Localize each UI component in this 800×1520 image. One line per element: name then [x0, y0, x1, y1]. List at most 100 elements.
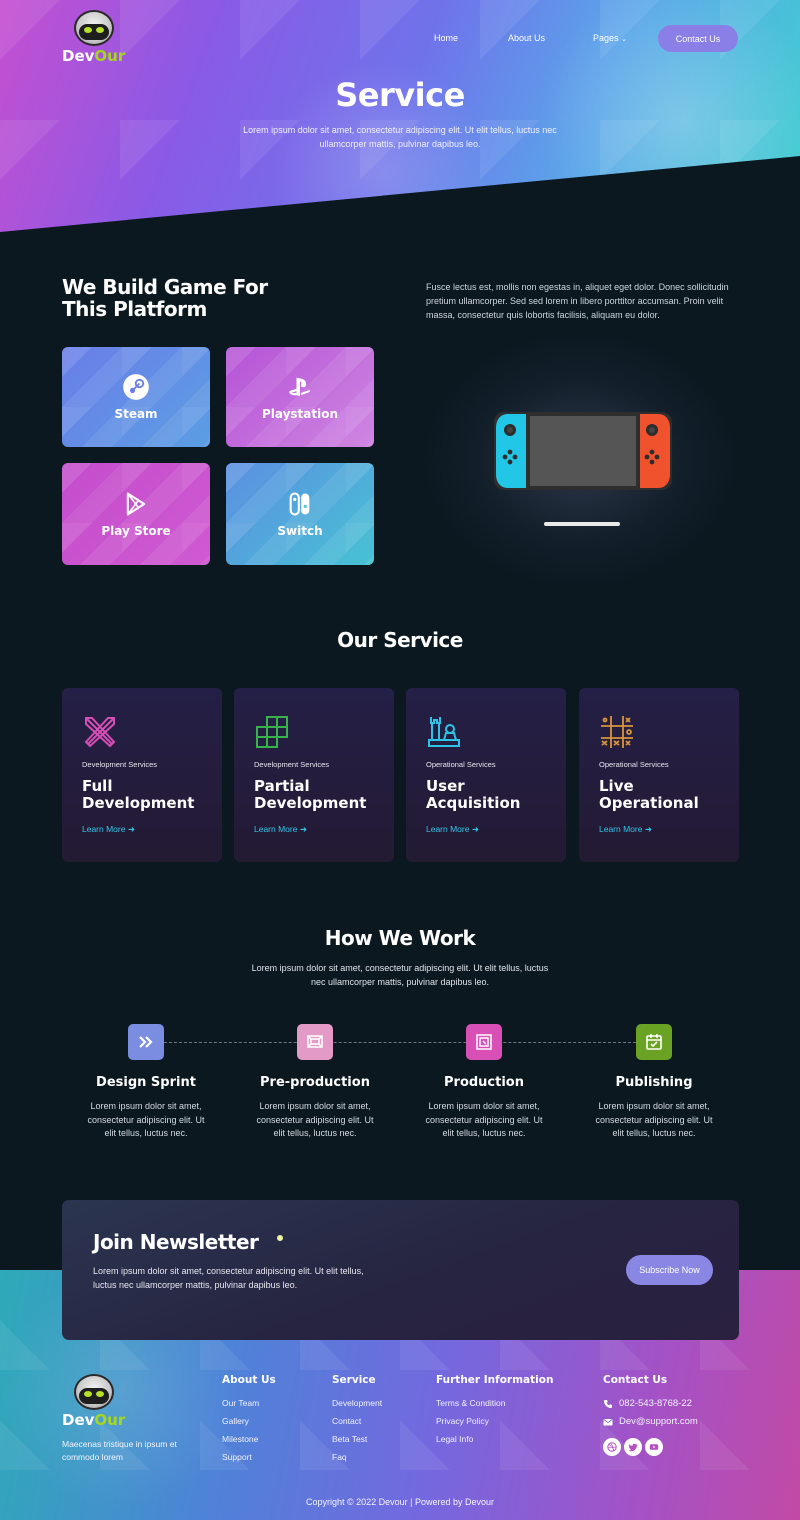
service-card-live-operational: Operational Services Live Operational Lea… — [579, 688, 739, 862]
card-title-line1: User — [426, 777, 465, 795]
email-address: Dev@support.com — [619, 1416, 698, 1427]
tic-tac-toe-icon — [601, 716, 633, 748]
calendar-check-icon — [646, 1034, 662, 1050]
footer-info-title: Further Information — [436, 1374, 554, 1386]
card-title: Live Operational — [599, 778, 699, 812]
learn-more-link[interactable]: Learn More ➜ — [426, 824, 479, 835]
tile-label: Playstation — [261, 407, 339, 421]
newsletter-text: Lorem ipsum dolor sit amet, consectetur … — [93, 1266, 364, 1290]
step-text: Lorem ipsum dolor sit amet, consectetur … — [87, 1101, 205, 1138]
twitter-button[interactable] — [624, 1438, 642, 1456]
twitter-icon — [628, 1443, 638, 1452]
service-card-full-development: Development Services Full Development Lea… — [62, 688, 222, 862]
card-title: User Acquisition — [426, 778, 520, 812]
platform-tile-steam[interactable]: Steam — [62, 347, 210, 447]
envelope-icon — [603, 1418, 613, 1425]
platforms-title-line2: This Platform — [62, 297, 207, 321]
service-card-user-acquisition: Operational Services User Acquisition Lea… — [406, 688, 566, 862]
card-title-line2: Development — [82, 794, 195, 812]
tile-label: Switch — [277, 524, 323, 538]
card-title-line2: Operational — [599, 794, 699, 812]
subscribe-button[interactable]: Subscribe Now — [626, 1255, 713, 1285]
card-title: Partial Development — [254, 778, 366, 812]
card-title-line2: Development — [254, 794, 367, 812]
chess-rook-icon — [428, 717, 460, 747]
nav-pages[interactable]: Pages ⌄ — [593, 33, 627, 43]
how-we-work-title: How We Work — [324, 926, 476, 950]
newsletter-title: Join Newsletter — [93, 1230, 259, 1254]
step-icon-publishing — [636, 1024, 672, 1060]
card-title-line2: Acquisition — [426, 794, 521, 812]
footer-link-terms[interactable]: Terms & Condition — [436, 1398, 505, 1408]
footer-link-faq[interactable]: Faq — [332, 1452, 347, 1462]
double-chevron-icon — [139, 1036, 153, 1048]
hero-subtitle: Lorem ipsum dolor sit amet, consectetur … — [243, 125, 557, 149]
footer-service-title: Service — [332, 1374, 376, 1386]
step-icon-production — [466, 1024, 502, 1060]
decorative-dot — [277, 1235, 283, 1241]
steam-icon — [123, 374, 149, 400]
steps-connector — [164, 1042, 636, 1043]
footer-link-gallery[interactable]: Gallery — [222, 1416, 249, 1426]
robot-logo-icon — [73, 1374, 114, 1410]
chevron-down-icon: ⌄ — [621, 36, 627, 43]
card-category: Development Services — [254, 760, 330, 769]
platform-tile-play-store[interactable]: Play Store — [62, 463, 210, 565]
arrow-right-icon: ➜ — [127, 824, 135, 834]
youtube-button[interactable] — [645, 1438, 663, 1456]
arrow-right-icon: ➜ — [644, 824, 652, 834]
instagram-button[interactable] — [603, 1438, 621, 1456]
nav-pages-label: Pages — [593, 33, 619, 43]
grid-blocks-icon — [256, 716, 288, 748]
footer-tagline: Maecenas tristique in ipsum et commodo l… — [62, 1439, 177, 1462]
footer-link-our-team[interactable]: Our Team — [222, 1398, 259, 1408]
platforms-title: We Build Game For This Platform — [62, 276, 268, 320]
nav-home[interactable]: Home — [434, 33, 458, 43]
playstation-icon — [289, 377, 310, 397]
service-card-partial-development: Development Services Partial Development … — [234, 688, 394, 862]
nav-about[interactable]: About Us — [508, 33, 545, 43]
platforms-description: Fusce lectus est, mollis non egestas in,… — [426, 282, 729, 320]
step-text: Lorem ipsum dolor sit amet, consectetur … — [595, 1101, 713, 1138]
step-icon-design-sprint — [128, 1024, 164, 1060]
footer-logo[interactable]: DevOur — [62, 1374, 125, 1429]
footer-link-privacy[interactable]: Privacy Policy — [436, 1416, 489, 1426]
phone-icon — [604, 1399, 612, 1408]
phone-number: 082-543-8768-22 — [619, 1398, 692, 1409]
footer-link-support[interactable]: Support — [222, 1452, 252, 1462]
footer-link-beta-test[interactable]: Beta Test — [332, 1434, 367, 1444]
step-title: Pre-production — [260, 1075, 370, 1090]
step-text: Lorem ipsum dolor sit amet, consectetur … — [425, 1101, 543, 1138]
brand-part1: Dev — [62, 1411, 95, 1429]
learn-more-label: Learn More — [254, 824, 298, 834]
learn-more-link[interactable]: Learn More ➜ — [82, 824, 135, 835]
page-title: Service — [335, 76, 465, 114]
footer-link-contact[interactable]: Contact — [332, 1416, 361, 1426]
crossed-swords-icon — [84, 717, 116, 748]
footer-email[interactable]: Dev@support.com — [603, 1416, 698, 1427]
youtube-icon — [649, 1444, 659, 1450]
tile-label: Steam — [114, 407, 158, 421]
footer-phone[interactable]: 082-543-8768-22 — [603, 1398, 692, 1409]
tile-label: Play Store — [101, 524, 171, 538]
platform-tile-playstation[interactable]: Playstation — [226, 347, 374, 447]
learn-more-label: Learn More — [599, 824, 643, 834]
learn-more-link[interactable]: Learn More ➜ — [599, 824, 652, 835]
step-icon-pre-production — [297, 1024, 333, 1060]
frame-icon — [476, 1034, 492, 1050]
card-title-line1: Full — [82, 777, 113, 795]
brand-part2: Our — [94, 1411, 126, 1429]
how-we-work-subtitle: Lorem ipsum dolor sit amet, consectetur … — [251, 963, 549, 987]
copyright: Copyright © 2022 Devour | Powered by Dev… — [305, 1497, 495, 1507]
footer-link-milestone[interactable]: Milestone — [222, 1434, 258, 1444]
learn-more-link[interactable]: Learn More ➜ — [254, 824, 307, 835]
frame-icon — [307, 1035, 323, 1048]
footer-link-development[interactable]: Development — [332, 1398, 382, 1408]
step-title: Publishing — [615, 1075, 693, 1090]
play-store-icon — [126, 492, 146, 516]
contact-us-button[interactable]: Contact Us — [658, 25, 738, 52]
card-title-line1: Partial — [254, 777, 310, 795]
footer-link-legal[interactable]: Legal Info — [436, 1434, 473, 1444]
platform-tile-switch[interactable]: Switch — [226, 463, 374, 565]
card-title-line1: Live — [599, 777, 634, 795]
